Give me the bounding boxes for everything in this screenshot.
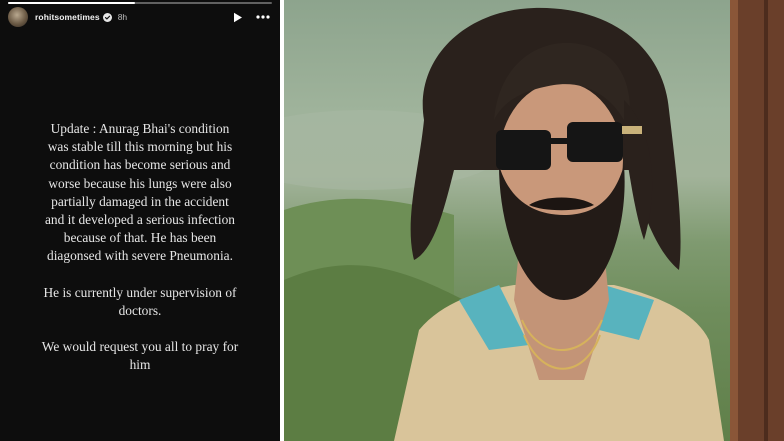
portrait-illustration bbox=[284, 0, 784, 441]
story-paragraph-request: We would request you all to pray for him bbox=[41, 339, 239, 373]
story-header: rohitsometimes 8h bbox=[8, 6, 272, 28]
profile-avatar[interactable] bbox=[8, 7, 28, 27]
story-paragraph-supervision: He is currently under supervision of doc… bbox=[43, 284, 237, 318]
verified-badge-icon bbox=[102, 12, 112, 22]
story-username[interactable]: rohitsometimes bbox=[35, 12, 100, 22]
portrait-photo bbox=[284, 0, 784, 441]
story-paragraph-update: Update : Anurag Bhai's condition was sta… bbox=[44, 121, 235, 264]
more-options-button[interactable] bbox=[254, 7, 272, 27]
story-timestamp: 8h bbox=[117, 12, 128, 22]
story-panel: rohitsometimes 8h Update : Anurag Bhai's… bbox=[0, 0, 280, 441]
play-icon bbox=[234, 12, 242, 22]
story-progress-bar bbox=[8, 2, 272, 4]
play-button[interactable] bbox=[230, 7, 246, 27]
story-progress-fill bbox=[8, 2, 135, 4]
more-options-icon bbox=[256, 15, 270, 19]
story-text: Update : Anurag Bhai's condition was sta… bbox=[40, 120, 240, 374]
